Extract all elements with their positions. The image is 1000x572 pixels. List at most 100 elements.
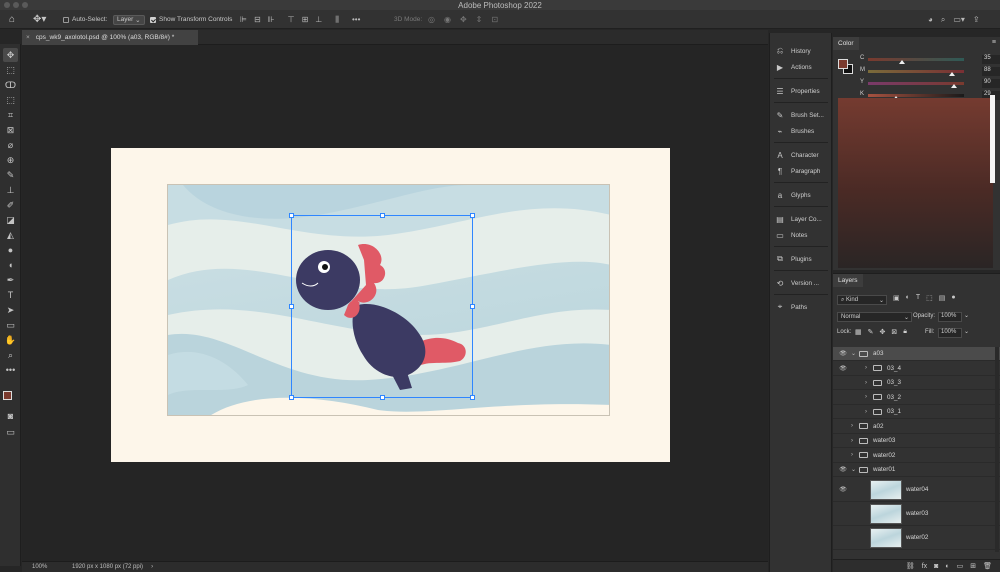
transform-handle[interactable]	[380, 395, 385, 400]
new-layer-icon[interactable]: ⊞	[970, 562, 976, 570]
slider-thumb[interactable]	[951, 84, 958, 88]
layer-group-row[interactable]: › 03_3	[833, 376, 1000, 390]
3d-roll-icon[interactable]: ◉	[444, 15, 451, 24]
transform-handle[interactable]	[470, 304, 475, 309]
color-ramp[interactable]	[838, 98, 993, 268]
foreground-color-chip[interactable]	[838, 59, 848, 69]
visibility-eye-icon[interactable]: 👁︎	[839, 486, 847, 493]
marquee-tool-icon[interactable]: ⬚	[3, 63, 18, 77]
dock-item-actions[interactable]: ▶ Actions	[770, 59, 832, 75]
hand-tool-icon[interactable]: ✋	[3, 333, 18, 347]
search-icon[interactable]: ⌕	[941, 15, 945, 25]
filter-toggle-icon[interactable]: ●	[951, 294, 955, 302]
slider-c[interactable]: C35%	[856, 55, 1000, 65]
clone-stamp-tool-icon[interactable]: ⊥	[3, 183, 18, 197]
layer-group-row[interactable]: › water03	[833, 434, 1000, 448]
layer-group-row[interactable]: › a02	[833, 420, 1000, 434]
align-center-icon[interactable]: ⊟	[254, 15, 261, 24]
dock-item-character[interactable]: A Character	[770, 147, 832, 163]
canvas-area[interactable]	[22, 45, 768, 561]
chevron-right-icon[interactable]: ›	[851, 452, 853, 458]
opacity-input[interactable]: 100%	[938, 312, 962, 322]
visibility-eye-icon[interactable]: 👁︎	[839, 365, 847, 372]
3d-orbit-icon[interactable]: ◎	[428, 15, 435, 24]
chevron-down-icon[interactable]: ⌄	[851, 466, 856, 473]
dock-item-history[interactable]: ⎌ History	[770, 43, 832, 59]
move-tool-preset-icon[interactable]: ✥▾	[33, 10, 46, 29]
3d-pan-icon[interactable]: ✥	[460, 15, 467, 24]
brush-tool-icon[interactable]: ✎	[3, 168, 18, 182]
slider-value-input[interactable]: 35	[982, 55, 1000, 64]
pen-tool-icon[interactable]: ✒	[3, 273, 18, 287]
dock-item-properties[interactable]: ☰ Properties	[770, 83, 832, 99]
dock-item-brush-settings[interactable]: ✎ Brush Set...	[770, 107, 832, 123]
layers-panel-tab[interactable]: Layers	[833, 274, 863, 287]
slider-thumb[interactable]	[949, 72, 956, 76]
transform-bounding-box[interactable]	[289, 213, 475, 400]
rectangle-tool-icon[interactable]: ▭	[3, 318, 18, 332]
auto-select-checkbox[interactable]	[63, 16, 69, 23]
blend-mode-dropdown[interactable]: Normal ⌄	[837, 312, 912, 322]
eyedropper-tool-icon[interactable]: ⌀	[3, 138, 18, 152]
lock-artboard-icon[interactable]: ⊠	[891, 328, 897, 336]
layer-group-row[interactable]: 👁︎ ⌄ a03	[833, 347, 1000, 361]
chevron-right-icon[interactable]: ›	[865, 409, 867, 415]
layer-group-row[interactable]: › water02	[833, 449, 1000, 463]
transform-handle[interactable]	[470, 213, 475, 218]
edit-toolbar-icon[interactable]: •••	[3, 363, 18, 377]
align-bottom-icon[interactable]: ⊥	[315, 15, 322, 24]
dock-item-layer-comps[interactable]: ▤ Layer Co...	[770, 211, 832, 227]
workspace-icon[interactable]: ▭▾	[953, 15, 965, 24]
align-left-icon[interactable]: ⊫	[240, 15, 247, 24]
transform-handle[interactable]	[289, 395, 294, 400]
slider-y[interactable]: Y90%	[856, 79, 1000, 89]
transform-handle[interactable]	[289, 213, 294, 218]
zoom-level[interactable]: 100%	[32, 564, 62, 570]
screen-mode-icon[interactable]: ▭	[3, 425, 18, 439]
visibility-eye-icon[interactable]: 👁︎	[839, 350, 847, 357]
layer-row[interactable]: water03	[833, 502, 1000, 526]
dock-item-glyphs[interactable]: a Glyphs	[770, 187, 832, 203]
filter-smart-object-icon[interactable]: ▤	[939, 294, 946, 302]
healing-brush-tool-icon[interactable]: ⊕	[3, 153, 18, 167]
color-panel-scrollbar[interactable]	[990, 95, 995, 183]
layer-group-row[interactable]: 👁︎ › 03_4	[833, 362, 1000, 376]
document-tab[interactable]: × cps_wk9_axolotol.psd @ 100% (a03, RGB/…	[22, 30, 198, 45]
visibility-eye-icon[interactable]: 👁︎	[839, 466, 847, 473]
distribute-icon[interactable]: ⫼	[335, 15, 339, 25]
dock-item-brushes[interactable]: ⌁ Brushes	[770, 123, 832, 139]
move-tool-icon[interactable]: ✥	[3, 48, 18, 62]
document-canvas[interactable]	[111, 148, 670, 462]
layers-scrollbar[interactable]	[995, 347, 999, 552]
slider-thumb[interactable]	[898, 60, 905, 64]
dock-item-notes[interactable]: ▭ Notes	[770, 227, 832, 243]
align-top-icon[interactable]: ⊤	[288, 15, 295, 24]
gradient-tool-icon[interactable]: ◭	[3, 228, 18, 242]
share-icon[interactable]: ⇪	[973, 15, 980, 24]
slider-m[interactable]: M88%	[856, 67, 1000, 77]
chevron-down-icon[interactable]: ⌄	[851, 350, 856, 357]
chevron-right-icon[interactable]: ›	[851, 438, 853, 444]
opacity-dropdown-icon[interactable]: ⌄	[964, 312, 969, 319]
filter-type-icon[interactable]: T	[916, 294, 920, 302]
align-middle-icon[interactable]: ⊞	[302, 15, 309, 24]
layer-group-row[interactable]: 👁︎ ⌄ water01	[833, 463, 1000, 477]
adjustment-layer-icon[interactable]: ◐	[945, 563, 949, 570]
user-icon[interactable]: ◕	[928, 15, 933, 24]
fill-input[interactable]: 100%	[938, 328, 962, 338]
filter-pixel-icon[interactable]: ▣	[893, 294, 900, 302]
home-icon[interactable]: ⌂	[9, 10, 15, 29]
layer-row[interactable]: water02	[833, 526, 1000, 550]
quick-select-tool-icon[interactable]: ⬚	[3, 93, 18, 107]
layer-mask-icon[interactable]: ◙	[934, 563, 938, 570]
chevron-right-icon[interactable]: ›	[851, 423, 853, 429]
layer-group-row[interactable]: › 03_1	[833, 405, 1000, 419]
filter-adjustment-icon[interactable]: ◐	[906, 294, 910, 302]
foreground-color-swatch[interactable]	[3, 391, 12, 400]
auto-select-dropdown[interactable]: Layer ⌄	[113, 14, 145, 25]
slider-value-input[interactable]: 88	[982, 67, 1000, 76]
transform-handle[interactable]	[470, 395, 475, 400]
chevron-right-icon[interactable]: ›	[865, 380, 867, 386]
show-transform-controls-checkbox[interactable]	[150, 16, 156, 23]
path-selection-tool-icon[interactable]: ➤	[3, 303, 18, 317]
